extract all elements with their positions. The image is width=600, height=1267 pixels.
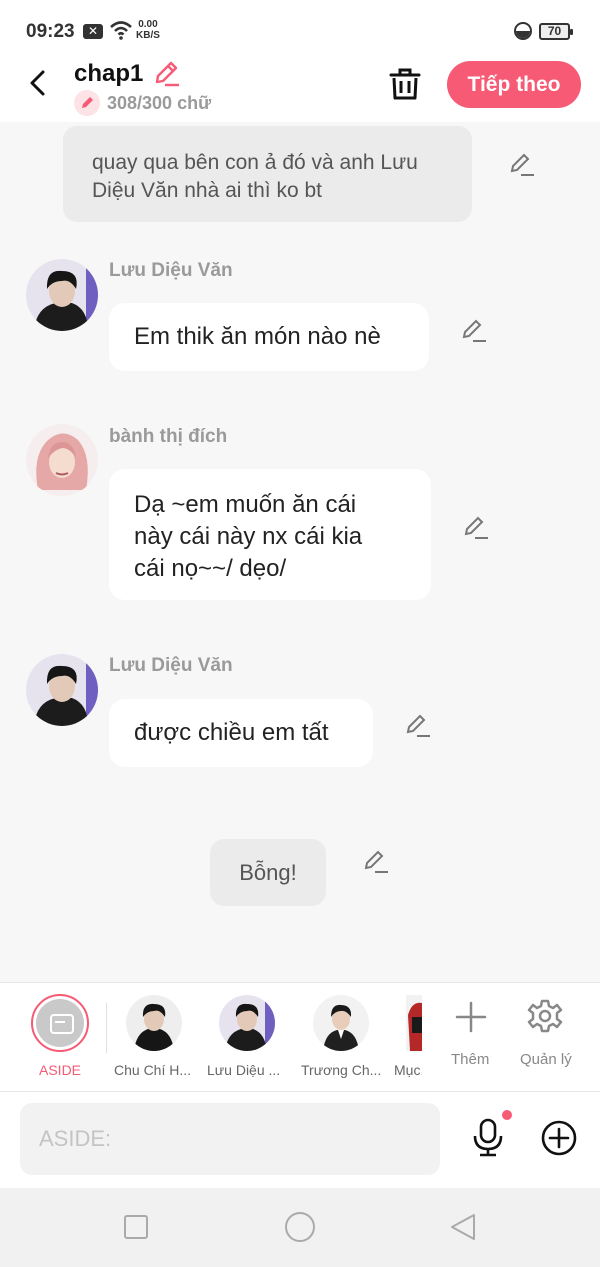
speaker-name: Lưu Diệu Văn [109,260,233,281]
message-bubble[interactable]: Em thik ăn món nào nè [109,303,429,371]
aside-text-line: Diệu Văn nhà ai thì ko bt [92,179,322,202]
home-icon[interactable] [285,1212,315,1242]
character-avatar[interactable] [219,995,275,1051]
trash-icon[interactable] [388,66,422,102]
message-bubble[interactable]: Dạ ~em muốn ăn cái này cái này nx cái ki… [109,469,431,600]
message-text-line: được chiều em tất [134,719,329,746]
network-speed: 0.00 KB/S [136,19,160,41]
avatar-banh-thi-dich[interactable] [26,424,98,496]
character-label: Trương Ch... [301,1062,381,1078]
aside-bubble[interactable]: quay qua bên con ả đó và anh Lưu Diệu Vă… [63,126,472,222]
add-character-label[interactable]: Thêm [451,1051,489,1068]
character-avatar[interactable] [313,995,369,1051]
speaker-name: bành thị đích [109,426,228,447]
status-bar: 09:23 ✕ 0.00 KB/S 70 [0,0,600,60]
edit-message-icon[interactable] [509,151,535,177]
message-text-line: Dạ ~em muốn ăn cái [134,491,357,518]
edit-message-icon[interactable] [463,514,489,540]
character-label: Mục... [394,1062,422,1078]
pencil-icon[interactable] [152,59,180,87]
chapter-title[interactable]: chap1 [74,60,143,88]
avatar-luu-dieu-van[interactable] [26,654,98,726]
word-count-pencil-icon [74,90,100,116]
mic-icon[interactable] [470,1118,508,1158]
input-row [0,1092,600,1188]
back-nav-icon[interactable] [449,1212,477,1242]
aside-text-line: Bỗng! [239,860,297,885]
editor-header: chap1 308/300 chữ Tiếp theo [0,60,600,122]
message-input[interactable] [20,1103,440,1175]
chat-area: quay qua bên con ả đó và anh Lưu Diệu Vă… [0,122,600,982]
character-label: Chu Chí H... [114,1062,192,1078]
character-label: Lưu Diệu ... [207,1062,281,1078]
notification-close-icon: ✕ [83,24,103,39]
next-button[interactable]: Tiếp theo [447,61,581,108]
recent-apps-icon[interactable] [124,1215,148,1239]
message-bubble[interactable]: được chiều em tất [109,699,373,767]
message-text-line: cái nọ~~/ dẹo/ [134,555,287,582]
status-time: 09:23 [26,21,75,42]
divider [106,1003,107,1053]
edit-message-icon[interactable] [363,848,389,874]
back-icon[interactable] [24,68,54,98]
gear-icon[interactable] [527,998,563,1034]
system-nav-bar [0,1188,600,1267]
word-count: 308/300 chữ [107,93,212,113]
plus-circle-icon[interactable] [541,1120,577,1156]
aside-bubble[interactable]: Bỗng! [210,839,326,906]
character-avatar[interactable] [406,995,422,1051]
edit-message-icon[interactable] [461,317,487,343]
aside-icon [36,999,84,1047]
battery-icon: 70 [539,23,573,40]
network-speed-value: 0.00 [138,19,158,30]
avatar-luu-dieu-van[interactable] [26,259,98,331]
network-speed-unit: KB/S [136,30,160,41]
aside-character-button[interactable] [31,994,89,1052]
wifi-icon [110,21,132,40]
message-text-line: Em thik ăn món nào nè [134,323,381,350]
character-avatar[interactable] [126,995,182,1051]
edit-message-icon[interactable] [405,712,431,738]
plus-icon[interactable] [455,1001,487,1033]
notification-dot [502,1110,512,1120]
aside-text-line: quay qua bên con ả đó và anh Lưu [92,151,418,174]
speaker-name: Lưu Diệu Văn [109,655,233,676]
data-saver-icon [514,22,532,40]
character-bar: ASIDE Chu Chí H... Lưu Diệu ... Trương C… [0,982,600,1092]
manage-label[interactable]: Quản lý [520,1051,572,1068]
message-text-line: này cái này nx cái kia [134,523,363,550]
character-label: ASIDE [39,1062,82,1078]
